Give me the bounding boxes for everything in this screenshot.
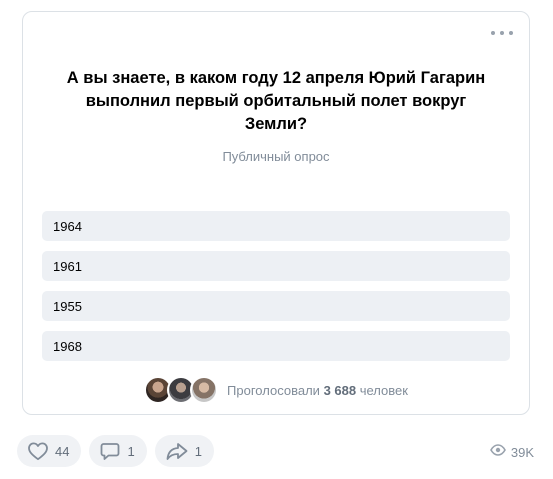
more-dot	[500, 31, 504, 35]
post-actions: 44 1 1	[17, 435, 222, 467]
poll-options: 1964 1961 1955 1968	[42, 211, 510, 371]
likes-count: 44	[55, 443, 70, 459]
voters-summary: Проголосовали 3 688 человек	[227, 383, 408, 398]
poll-option-1955[interactable]: 1955	[42, 291, 510, 321]
poll-option-1961[interactable]: 1961	[42, 251, 510, 281]
voters-count: 3 688	[323, 382, 357, 398]
comments-count: 1	[127, 443, 135, 459]
share-button[interactable]: 1	[154, 435, 214, 467]
comment-icon	[99, 441, 121, 461]
voter-avatars[interactable]	[144, 376, 219, 404]
views-count: 39K	[510, 444, 534, 460]
views-counter: 39K	[489, 443, 534, 461]
poll-question: А вы знаете, в каком году 12 апреля Юрий…	[66, 69, 486, 133]
heart-icon	[27, 441, 49, 461]
comment-button[interactable]: 1	[89, 435, 147, 467]
shares-count: 1	[194, 443, 202, 459]
poll-voters[interactable]: Проголосовали 3 688 человек	[23, 376, 529, 404]
more-options-button[interactable]	[491, 26, 513, 40]
poll-type-label: Публичный опрос	[222, 149, 330, 164]
more-dot	[491, 31, 495, 35]
share-arrow-icon	[165, 441, 189, 461]
poll-option-1964[interactable]: 1964	[42, 211, 510, 241]
poll-option-1968[interactable]: 1968	[42, 331, 510, 361]
more-dot	[509, 31, 513, 35]
like-button[interactable]: 44	[17, 435, 82, 467]
eye-icon	[489, 443, 506, 461]
poll-card: А вы знаете, в каком году 12 апреля Юрий…	[22, 11, 530, 415]
voters-prefix: Проголосовали	[227, 382, 320, 398]
avatar[interactable]	[190, 376, 219, 404]
voters-suffix: человек	[359, 382, 408, 398]
